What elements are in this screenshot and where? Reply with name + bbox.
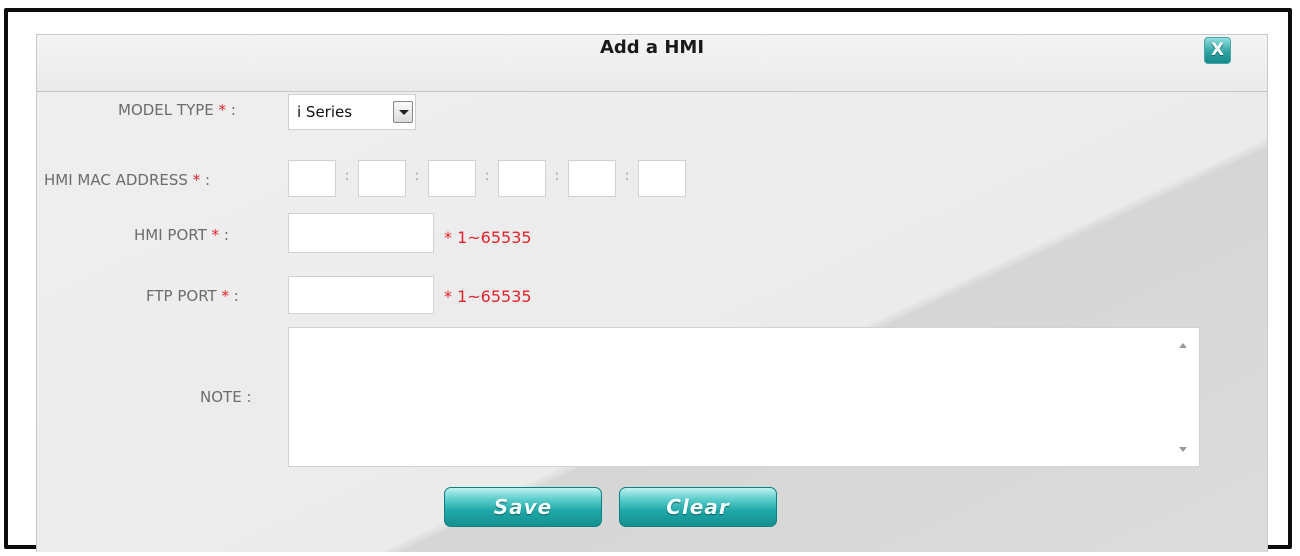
mac-address-label: HMI MAC ADDRESS * : <box>44 171 210 189</box>
label-colon: : <box>246 388 252 406</box>
hmi-port-label-text: HMI PORT <box>134 226 207 244</box>
required-mark: * <box>192 171 201 189</box>
model-type-select[interactable]: i Series <box>288 94 416 130</box>
mac-octet-1-input[interactable] <box>288 160 336 197</box>
ftp-port-input[interactable] <box>288 276 434 314</box>
model-type-label-text: MODEL TYPE <box>118 101 214 119</box>
save-button[interactable]: Save <box>444 487 602 527</box>
ftp-port-label: FTP PORT * : <box>146 287 239 305</box>
ftp-port-range-hint: * 1~65535 <box>444 287 532 306</box>
mac-separator: : <box>554 168 560 184</box>
mac-octet-6-input[interactable] <box>638 160 686 197</box>
hmi-port-label: HMI PORT * : <box>134 226 229 244</box>
required-mark: * <box>211 226 220 244</box>
mac-separator: : <box>344 168 350 184</box>
hmi-port-range-hint: * 1~65535 <box>444 228 532 247</box>
mac-octet-2-input[interactable] <box>358 160 406 197</box>
mac-separator: : <box>624 168 630 184</box>
required-mark: * <box>221 287 229 305</box>
model-type-label: MODEL TYPE * : <box>118 101 236 119</box>
dialog-titlebar: Add a HMI X <box>37 35 1267 92</box>
scroll-down-arrow-icon[interactable] <box>1179 447 1187 452</box>
label-colon: : <box>230 101 236 119</box>
label-colon: : <box>223 226 229 244</box>
dropdown-arrow-icon[interactable] <box>393 101 413 123</box>
mac-octet-3-input[interactable] <box>428 160 476 197</box>
note-label-text: NOTE <box>200 388 242 406</box>
model-type-selected-value: i Series <box>297 103 353 121</box>
mac-separator: : <box>484 168 490 184</box>
mac-octet-5-input[interactable] <box>568 160 616 197</box>
label-colon: : <box>204 171 211 189</box>
mac-address-label-text: HMI MAC ADDRESS <box>44 171 188 189</box>
note-textarea[interactable] <box>288 327 1200 467</box>
hmi-port-input[interactable] <box>288 213 434 253</box>
required-mark: * <box>218 101 227 119</box>
clear-button[interactable]: Clear <box>619 487 777 527</box>
ftp-port-label-text: FTP PORT <box>146 287 217 305</box>
scroll-up-arrow-icon[interactable] <box>1179 343 1187 348</box>
mac-octet-4-input[interactable] <box>498 160 546 197</box>
mac-separator: : <box>414 168 420 184</box>
dialog-title: Add a HMI <box>599 37 705 58</box>
close-button[interactable]: X <box>1204 37 1231 64</box>
label-colon: : <box>233 287 239 305</box>
note-label: NOTE : <box>200 388 252 406</box>
